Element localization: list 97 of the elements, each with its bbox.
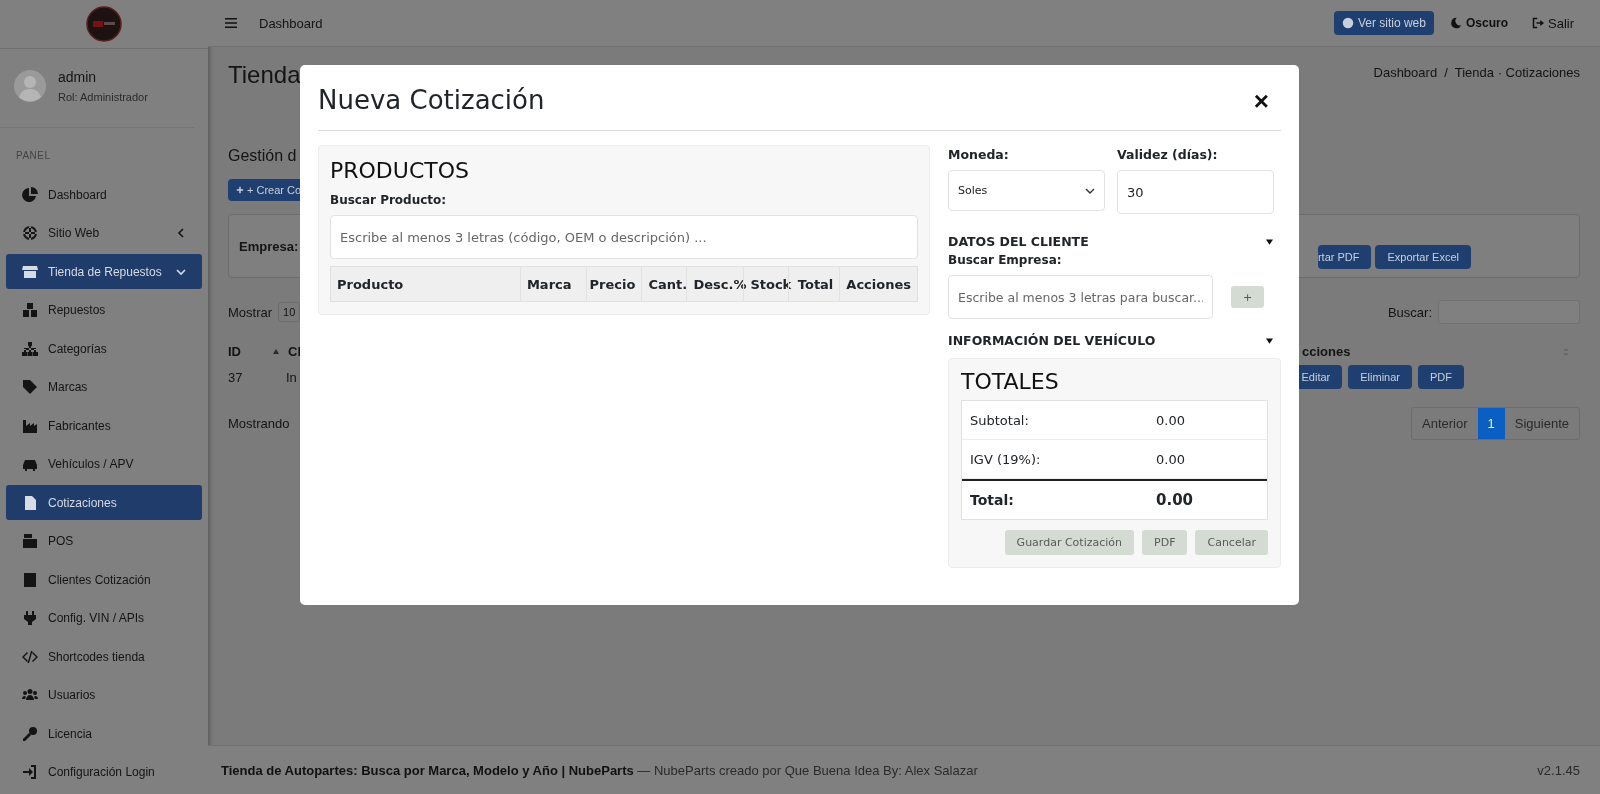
logout-icon [1532, 17, 1544, 29]
caret-icon[interactable] [1266, 337, 1273, 344]
show-label: Mostrar [228, 304, 273, 320]
table-cell-text: 37 [228, 369, 244, 385]
tag-icon [22, 379, 38, 395]
chevron-icon [176, 228, 186, 238]
export-button[interactable]: rtar PDF [1317, 245, 1372, 269]
sidebar-item[interactable]: Repuestos [6, 292, 202, 328]
section-label: PANEL [15, 149, 52, 163]
moon-icon [1449, 17, 1462, 29]
search-label: Buscar: [1387, 304, 1432, 320]
column-header: Marca [519, 267, 587, 301]
breadcrumb-item[interactable]: Dashboard [1373, 64, 1438, 80]
sort-icon [272, 347, 280, 356]
sidebar-item[interactable]: Shortcodes tienda [6, 639, 202, 674]
total-value: 0.00 [1156, 412, 1185, 428]
column-header: Producto [336, 275, 405, 294]
column-header: Cant. [641, 267, 687, 301]
footer-text: Tienda de Autopartes: Busca por Marca, Modelo y Año | NubeParts — NubeParts creado por Que Buena Idea By: Alex Salazar [221, 762, 978, 778]
page-button[interactable]: Anterior [1412, 408, 1478, 439]
boxes-icon [22, 302, 38, 318]
login-icon [22, 764, 38, 780]
plug-icon [22, 610, 38, 626]
panel-title: PRODUCTOS [330, 158, 470, 183]
sidebar-item[interactable]: Sitio Web [6, 215, 202, 251]
total-label: IGV (19%): [970, 451, 1042, 467]
column-header: cciones [1302, 344, 1351, 359]
user-name: admin [58, 69, 98, 85]
pie-chart-icon [22, 186, 38, 203]
breadcrumb-separator: / [1444, 64, 1448, 80]
sidebar-item[interactable]: Categorías [6, 331, 202, 366]
page-button[interactable]: Siguiente [1504, 408, 1579, 439]
menu-icon[interactable] [225, 17, 237, 29]
total-label: Total: [970, 492, 1015, 508]
export-button[interactable]: Exportar Excel [1375, 245, 1471, 269]
sidebar-item[interactable]: Cotizaciones [6, 485, 202, 520]
key-icon [22, 725, 38, 742]
field-label: Validez (días): [1117, 147, 1218, 162]
total-label: Subtotal: [970, 412, 1030, 428]
page-button[interactable]: 1 [1477, 408, 1505, 439]
sidebar-item[interactable]: Dashboard [6, 177, 202, 212]
section-heading: DATOS DEL CLIENTE [948, 234, 1089, 249]
action-button[interactable]: Eliminar [1348, 365, 1412, 389]
sidebar-item[interactable]: Usuarios [6, 677, 202, 713]
page-title: Tienda [228, 61, 301, 89]
filter-label: Empresa: [239, 238, 299, 254]
register-icon [22, 533, 38, 549]
modal-title: Nueva Cotización [318, 83, 545, 115]
sidebar-item[interactable]: Vehículos / APV [6, 446, 202, 482]
avatar-icon [14, 70, 46, 102]
table-info: Mostrando [228, 416, 290, 431]
column-header: Acciones [839, 267, 917, 301]
table-cell: In [286, 369, 297, 385]
sidebar-item[interactable]: Fabricantes [6, 408, 202, 443]
column-header: Cl [288, 344, 301, 359]
field-label: Moneda: [948, 147, 1009, 162]
breadcrumb-item[interactable]: Tienda · Cotizaciones [1454, 64, 1580, 80]
header-button[interactable]: Ver sitio web [1333, 11, 1434, 35]
caret-icon[interactable] [1266, 238, 1273, 245]
user-role: Rol: Administrador [58, 91, 148, 103]
sidebar-item[interactable]: Tienda de Repuestos [6, 254, 202, 289]
company-search-field[interactable]: Escribe al menos 3 letras para buscar... [948, 275, 1213, 319]
total-value: 0.00 [1156, 451, 1185, 467]
column-header: Desc.% [686, 267, 744, 301]
column-header: ID [228, 344, 242, 359]
document-icon [22, 494, 38, 511]
currency-select[interactable]: Soles [948, 170, 1105, 211]
contact-card-icon [22, 571, 38, 588]
sidebar-item[interactable]: POS [6, 523, 202, 559]
panel-title: TOTALES [961, 369, 1060, 394]
field-label: Buscar Empresa: [948, 253, 1062, 267]
sidebar-item[interactable]: Licencia [6, 716, 202, 751]
field-label: Buscar Producto: [330, 193, 447, 207]
hierarchy-icon [22, 340, 38, 357]
sidebar-item[interactable]: Config. VIN / APIs [6, 600, 202, 636]
code-icon [22, 648, 38, 665]
section-title: Gestión d [228, 147, 297, 165]
section-heading: INFORMACIÓN DEL VEHÍCULO [948, 333, 1156, 348]
close-button[interactable]: × [1253, 86, 1281, 117]
store-icon [22, 263, 38, 280]
column-header: Precio [586, 267, 642, 301]
factory-icon [22, 417, 38, 434]
sidebar-item[interactable]: Clientes Cotización [6, 562, 202, 597]
header-button[interactable]: Oscuro [1441, 11, 1516, 35]
plus-icon [236, 186, 244, 194]
header-button[interactable]: Salir [1524, 10, 1582, 36]
version-label: v2.1.45 [1537, 762, 1580, 778]
chevron-icon [176, 266, 186, 277]
validity-field[interactable]: 30 [1117, 170, 1274, 214]
sidebar-item[interactable]: Marcas [6, 369, 202, 405]
total-value: 0.00 [1156, 491, 1193, 509]
logo-icon [86, 6, 122, 42]
users-icon [22, 687, 38, 703]
sidebar-item[interactable]: Configuración Login [6, 754, 202, 790]
product-search-field[interactable]: Escribe al menos 3 letras (código, OEM o descripción) ... [330, 215, 918, 259]
action-button[interactable]: PDF [1418, 365, 1464, 389]
header-link[interactable]: Dashboard [259, 15, 323, 31]
